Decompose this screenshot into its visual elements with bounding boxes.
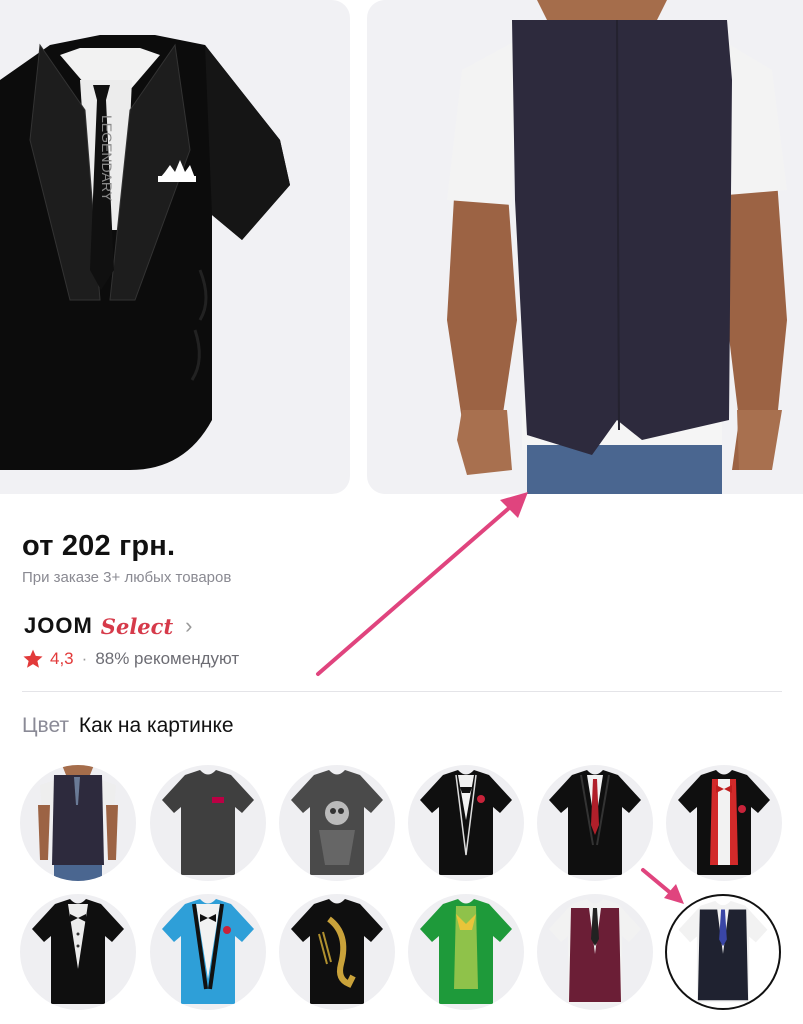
color-swatch-burgundy-vest[interactable] [537,894,653,1010]
color-swatch-red-vest-bowtie[interactable] [666,765,782,881]
color-swatch-dark-gray-tee[interactable] [150,765,266,881]
recommend-percentage: 88% рекомендуют [95,649,240,668]
arrow-to-main-image-head [500,492,528,518]
color-swatch-black-tuxedo-bowtie[interactable] [20,894,136,1010]
color-swatch-suit-red-tie[interactable] [537,765,653,881]
star-icon [23,649,43,668]
arrow-to-main-image-line [316,500,518,676]
brand-joom-logo: JOOM [24,613,93,638]
brand-select-logo: Select [100,613,174,639]
product-image-suit-tee[interactable]: LEGENDARY [0,0,350,494]
tie-print-text: LEGENDARY [99,115,115,202]
brand-link[interactable]: JOOM Select › [24,611,192,641]
product-image-vest-back[interactable] [367,0,803,494]
rating-value: 4,3 [50,649,74,668]
chevron-right-icon: › [185,613,193,638]
color-swatch-navy-vest-selected[interactable] [665,894,781,1010]
color-swatch-saxophone-print[interactable] [279,894,395,1010]
color-swatch-tuxedo-red-rose[interactable] [408,765,524,881]
color-selector-header: Цвет Как на картинке [22,714,234,738]
color-swatch-skull-print-tee[interactable] [279,765,395,881]
color-swatch-blue-tuxedo[interactable] [150,894,266,1010]
product-price: от 202 грн. [22,530,176,562]
rating-separator: · [81,649,88,668]
rating-row[interactable]: 4,3 · 88% рекомендуют [22,648,239,670]
price-condition-note: При заказе 3+ любых товаров [22,569,232,586]
color-label: Цвет [22,714,70,737]
color-swatch-green-joker-suit[interactable] [408,894,524,1010]
color-value: Как на картинке [78,714,234,737]
section-divider [22,691,782,692]
color-swatch-man-purple-vest[interactable] [20,765,136,881]
